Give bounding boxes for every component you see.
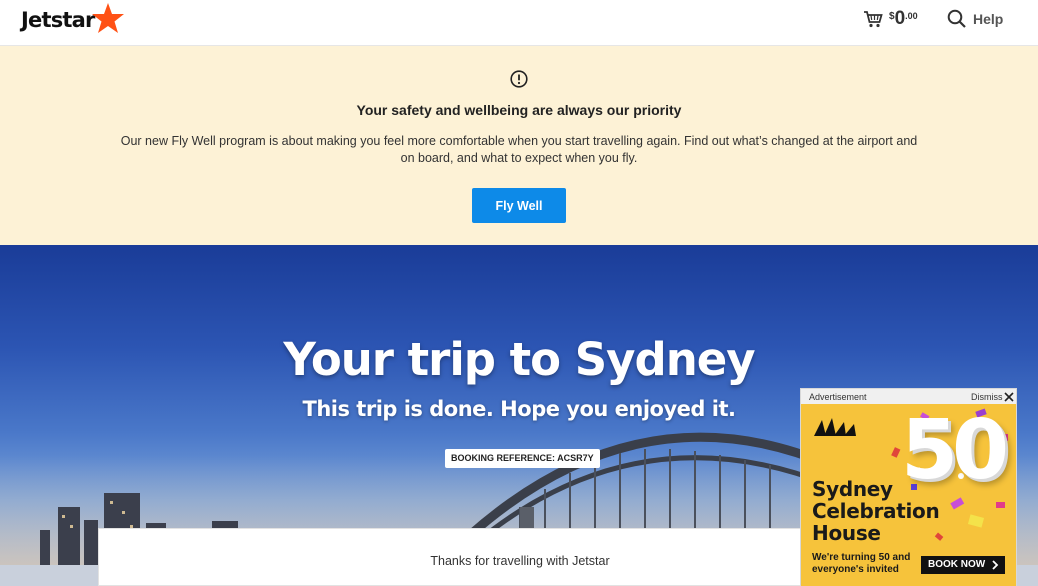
booking-reference-badge: BOOKING REFERENCE: ACSR7Y: [445, 449, 600, 468]
alert-icon: [510, 70, 528, 88]
ad-label: Advertisement: [809, 392, 867, 402]
ad-top-bar: Advertisement Dismiss: [801, 389, 1016, 404]
logo-wordmark: Jetstar: [21, 8, 95, 32]
ad-creative[interactable]: 50 Sydney Celebration House We're turnin…: [801, 404, 1016, 586]
ad-note-line1: We're turning 50 and: [812, 552, 911, 563]
notice-body: Our new Fly Well program is about making…: [120, 134, 918, 165]
ad-dismiss-button[interactable]: Dismiss: [971, 392, 1003, 402]
ad-title-line1: Sydney: [812, 477, 893, 501]
close-icon[interactable]: [1004, 392, 1014, 402]
hero-title: Your trip to Sydney: [283, 333, 755, 386]
ad-title-line3: House: [812, 521, 881, 545]
cart-total: $ 0 .00: [889, 9, 918, 28]
jetstar-logo[interactable]: Jetstar: [21, 3, 125, 36]
advertisement-panel: Advertisement Dismiss 50 Sydney Celebrat…: [800, 388, 1017, 586]
ad-note: We're turning 50 and everyone's invited: [812, 552, 910, 576]
cart-icon: [864, 11, 883, 28]
fly-well-notice: Your safety and wellbeing are always our…: [0, 46, 1038, 245]
help-label: Help: [973, 11, 1004, 27]
fly-well-button[interactable]: Fly Well: [472, 188, 566, 223]
book-now-button[interactable]: BOOK NOW: [921, 556, 1005, 574]
help-link[interactable]: Help: [947, 9, 1003, 29]
ad-note-line2: everyone's invited: [812, 564, 899, 575]
cart-amount: 0: [894, 8, 906, 29]
star-icon: [91, 3, 124, 33]
search-icon: [947, 9, 966, 28]
book-now-label: BOOK NOW: [928, 559, 986, 570]
chevron-right-icon: [992, 560, 999, 570]
ad-title: Sydney Celebration House: [812, 477, 940, 545]
cart-button[interactable]: $ 0 .00: [863, 9, 918, 31]
cart-decimals: .00: [905, 11, 918, 21]
site-header: Jetstar $ 0 .00 Help: [0, 0, 1038, 46]
notice-title: Your safety and wellbeing are always our…: [356, 102, 682, 118]
ad-title-line2: Celebration: [812, 499, 940, 523]
